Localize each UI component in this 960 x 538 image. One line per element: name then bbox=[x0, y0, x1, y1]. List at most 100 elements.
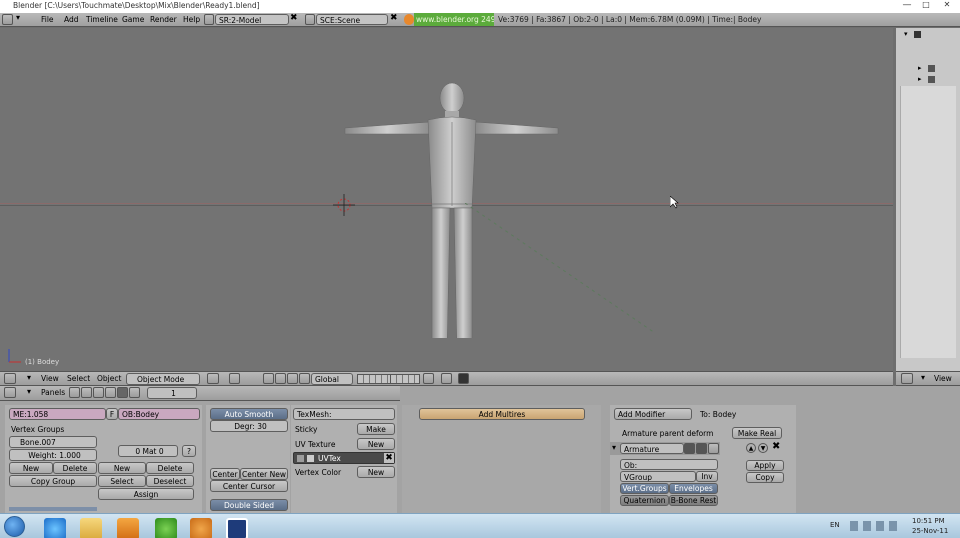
fake-user-button[interactable]: F bbox=[106, 408, 118, 420]
menu-render[interactable]: Render bbox=[150, 13, 177, 26]
modifier-realtime-icon[interactable] bbox=[696, 443, 707, 454]
lock-icon[interactable] bbox=[423, 373, 434, 384]
expand-arrow-icon[interactable]: ▾ bbox=[904, 30, 908, 38]
camera-icon[interactable] bbox=[458, 373, 469, 384]
grab-hand-icon[interactable] bbox=[263, 373, 274, 384]
orientation-select[interactable]: Global bbox=[311, 373, 353, 385]
menu-view[interactable]: View bbox=[934, 372, 952, 385]
active-app-icon[interactable] bbox=[226, 518, 248, 538]
url-label[interactable]: www.blender.org 249.2 bbox=[414, 13, 494, 26]
degr-field[interactable]: Degr: 30 bbox=[210, 420, 288, 432]
render-icon[interactable] bbox=[441, 373, 452, 384]
add-modifier-button[interactable]: Add Modifier bbox=[614, 408, 692, 420]
expand-arrow-icon[interactable]: ▾ bbox=[612, 443, 616, 452]
window-close-icon[interactable]: ✕ bbox=[940, 0, 954, 12]
move-down-icon[interactable]: ▼ bbox=[758, 443, 768, 453]
uv-texture-new-button[interactable]: New bbox=[357, 438, 395, 450]
modifier-render-icon[interactable] bbox=[684, 443, 695, 454]
uvtex-delete-icon[interactable]: ✖ bbox=[384, 453, 394, 463]
media-player-icon[interactable] bbox=[117, 518, 139, 538]
auto-smooth-button[interactable]: Auto Smooth bbox=[210, 408, 288, 420]
clock-date[interactable]: 25-Nov-11 bbox=[912, 527, 948, 535]
material-help-button[interactable]: ? bbox=[182, 445, 196, 457]
uv-render-icon[interactable] bbox=[307, 455, 314, 462]
modifier-editmode-icon[interactable] bbox=[708, 443, 719, 454]
collapse-arrow-icon[interactable]: ▾ bbox=[921, 373, 925, 382]
material-select-button[interactable]: Select bbox=[98, 475, 146, 487]
object-context-icon[interactable] bbox=[105, 387, 116, 398]
armature-modifier-header[interactable]: ▾ Armature bbox=[610, 442, 720, 455]
menu-select[interactable]: Select bbox=[67, 372, 90, 385]
outliner-row[interactable]: ▸ bbox=[918, 75, 958, 84]
make-real-button[interactable]: Make Real bbox=[732, 427, 782, 439]
armature-name-field[interactable]: Armature bbox=[620, 443, 684, 454]
layer-buttons-2[interactable] bbox=[390, 374, 420, 384]
apply-button[interactable]: Apply bbox=[746, 460, 784, 471]
screen-field[interactable]: SR:2-Model bbox=[215, 14, 289, 25]
editor-type-icon[interactable] bbox=[4, 387, 16, 398]
frame-field[interactable]: 1 bbox=[147, 387, 197, 399]
outliner-scrollbar[interactable] bbox=[900, 86, 956, 358]
outliner[interactable]: ▾ ▸ ▸ bbox=[896, 28, 960, 371]
copy-button[interactable]: Copy bbox=[746, 472, 784, 483]
center-new-button[interactable]: Center New bbox=[240, 468, 288, 480]
editing-context-icon[interactable] bbox=[117, 387, 128, 398]
inv-button[interactable]: Inv bbox=[696, 471, 718, 482]
copy-group-button[interactable]: Copy Group bbox=[9, 475, 97, 487]
scene-browse-icon[interactable] bbox=[305, 14, 315, 25]
vert-groups-button[interactable]: Vert.Groups bbox=[620, 483, 669, 494]
menu-help[interactable]: Help bbox=[183, 13, 200, 26]
expand-arrow-icon[interactable]: ▸ bbox=[918, 64, 922, 72]
uv-select-icon[interactable] bbox=[297, 455, 304, 462]
menu-object[interactable]: Object bbox=[97, 372, 121, 385]
object-name-field[interactable]: OB:Bodey bbox=[118, 408, 200, 420]
material-deselect-button[interactable]: Deselect bbox=[146, 475, 194, 487]
menu-file[interactable]: File bbox=[41, 13, 54, 26]
blender-taskbar-icon[interactable] bbox=[190, 518, 212, 538]
outliner-scene-row[interactable]: ▾ bbox=[904, 30, 954, 39]
panels-label[interactable]: Panels bbox=[41, 386, 65, 399]
editor-type-icon[interactable] bbox=[4, 373, 16, 384]
manipulator-icon[interactable] bbox=[275, 373, 286, 384]
scene-field[interactable]: SCE:Scene bbox=[316, 14, 388, 25]
uvtex-field[interactable]: UVTex bbox=[318, 453, 341, 464]
vgroup-delete-button[interactable]: Delete bbox=[53, 462, 97, 474]
draw-type-icon[interactable] bbox=[207, 373, 219, 384]
weight-field[interactable]: Weight: 1.000 bbox=[9, 449, 97, 461]
rotate-icon[interactable] bbox=[287, 373, 298, 384]
uvtex-row[interactable]: UVTex ✖ bbox=[293, 452, 395, 464]
window-minimize-icon[interactable]: — bbox=[900, 0, 914, 12]
vertex-group-field[interactable]: Bone.007 bbox=[9, 436, 97, 448]
add-multires-button[interactable]: Add Multires bbox=[419, 408, 585, 420]
scene-context-icon[interactable] bbox=[129, 387, 140, 398]
tray-icons[interactable] bbox=[850, 521, 900, 531]
double-sided-button[interactable]: Double Sided bbox=[210, 499, 288, 511]
utorrent-icon[interactable] bbox=[155, 518, 177, 538]
envelopes-button[interactable]: Envelopes bbox=[669, 483, 718, 494]
collapse-arrow-icon[interactable]: ▾ bbox=[27, 373, 31, 382]
pivot-icon[interactable] bbox=[229, 373, 240, 384]
file-explorer-icon[interactable] bbox=[80, 518, 102, 538]
3d-cursor-icon[interactable] bbox=[333, 194, 355, 216]
menu-add[interactable]: Add bbox=[64, 13, 79, 26]
editor-type-icon[interactable] bbox=[2, 14, 13, 25]
vertex-color-new-button[interactable]: New bbox=[357, 466, 395, 478]
object-mode-select[interactable]: Object Mode bbox=[126, 373, 200, 385]
collapse-arrow-icon[interactable]: ▾ bbox=[27, 387, 31, 396]
expand-arrow-icon[interactable]: ▸ bbox=[918, 75, 922, 83]
bbone-rest-button[interactable]: B-Bone Rest bbox=[669, 495, 718, 506]
material-new-button[interactable]: New bbox=[98, 462, 146, 474]
collapse-arrow-icon[interactable]: ▾ bbox=[16, 13, 20, 22]
internet-explorer-icon[interactable] bbox=[44, 518, 66, 538]
editor-type-icon[interactable] bbox=[901, 373, 913, 384]
center-cursor-button[interactable]: Center Cursor bbox=[210, 480, 288, 492]
menu-view[interactable]: View bbox=[41, 372, 59, 385]
start-button-icon[interactable] bbox=[4, 516, 25, 537]
menu-game[interactable]: Game bbox=[122, 13, 144, 26]
script-context-icon[interactable] bbox=[81, 387, 92, 398]
scene-delete-icon[interactable]: ✖ bbox=[390, 13, 398, 23]
quaternion-button[interactable]: Quaternion bbox=[620, 495, 669, 506]
material-index-field[interactable]: 0 Mat 0 bbox=[118, 445, 178, 457]
assign-button[interactable]: Assign bbox=[98, 488, 194, 500]
material-delete-button[interactable]: Delete bbox=[146, 462, 194, 474]
